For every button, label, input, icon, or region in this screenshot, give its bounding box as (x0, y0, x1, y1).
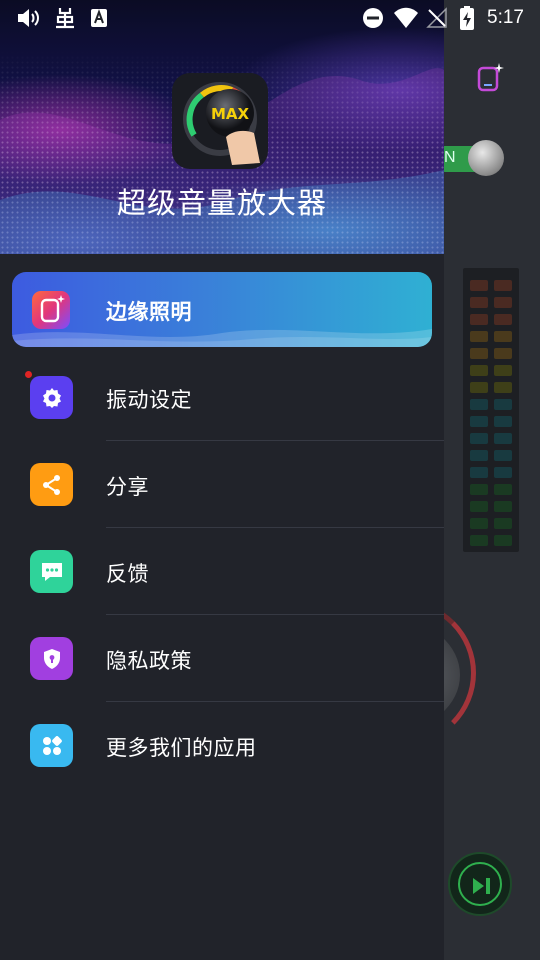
meter-cell (494, 484, 512, 495)
meter-cell (470, 450, 488, 461)
meter-cell (494, 501, 512, 512)
font-app-icon (91, 9, 107, 27)
bug-icon (56, 8, 74, 29)
meter-cell (470, 297, 488, 308)
meter-cell (470, 365, 488, 376)
volume-meter (463, 268, 519, 552)
play-pause-icon (473, 878, 490, 894)
meter-cell (494, 535, 512, 546)
drawer-header: MAX 超级音量放大器 (0, 0, 444, 254)
meter-cell (470, 382, 488, 393)
svg-text:MAX: MAX (211, 105, 250, 123)
meter-cell (470, 280, 488, 291)
share-icon (30, 463, 73, 506)
meter-cell (494, 365, 512, 376)
menu-item-label: 隐私政策 (106, 649, 192, 673)
meter-cell (494, 416, 512, 427)
status-bar: 5:17 (0, 0, 540, 36)
play-next-button[interactable] (448, 852, 512, 916)
meter-cell (494, 331, 512, 342)
battery-charging-icon (460, 6, 474, 30)
app-title: 超级音量放大器 (116, 186, 327, 220)
navigation-drawer: MAX 超级音量放大器 边缘照明 振动设定 分享 反馈 隐私政策 更多我们的应用 (0, 0, 444, 960)
meter-cell (470, 535, 488, 546)
menu-item-label: 边缘照明 (106, 300, 192, 324)
menu-item-edge-lighting[interactable]: 边缘照明 (12, 272, 432, 347)
meter-cell (494, 467, 512, 478)
toggle-knob (468, 140, 504, 176)
shield-lock-icon (30, 637, 73, 680)
app-logo: MAX (172, 73, 268, 169)
toggle-text: N (444, 149, 456, 166)
edge-lighting-shortcut-icon[interactable] (476, 62, 504, 92)
meter-cell (494, 399, 512, 410)
menu-item-more-apps[interactable]: 更多我们的应用 (0, 702, 444, 789)
apps-grid-icon (30, 724, 73, 767)
meter-cell (494, 433, 512, 444)
meter-cell (470, 331, 488, 342)
meter-cell (494, 297, 512, 308)
volume-icon (18, 9, 39, 27)
menu-item-share[interactable]: 分享 (0, 441, 444, 528)
wave-decoration (12, 329, 432, 347)
menu-item-feedback[interactable]: 反馈 (0, 528, 444, 615)
meter-cell (470, 399, 488, 410)
meter-cell (470, 314, 488, 325)
meter-cell (470, 416, 488, 427)
dnd-icon (363, 8, 383, 28)
meter-cell (470, 501, 488, 512)
meter-cell (494, 314, 512, 325)
meter-cell (494, 518, 512, 529)
meter-cell (470, 348, 488, 359)
meter-cell (494, 348, 512, 359)
meter-cell (494, 280, 512, 291)
no-signal-icon (426, 7, 447, 28)
menu-item-label: 更多我们的应用 (106, 736, 257, 760)
menu-item-vibration-settings[interactable]: 振动设定 (0, 354, 444, 441)
meter-cell (470, 433, 488, 444)
wifi-icon (394, 7, 418, 28)
menu-item-privacy-policy[interactable]: 隐私政策 (0, 615, 444, 702)
menu-item-label: 分享 (106, 475, 149, 499)
meter-cell (494, 450, 512, 461)
meter-cell (470, 467, 488, 478)
chat-icon (30, 550, 73, 593)
edge-lighting-icon (32, 291, 70, 329)
meter-cell (494, 382, 512, 393)
menu-item-label: 反馈 (106, 562, 149, 586)
meter-cell (470, 484, 488, 495)
meter-cell (470, 518, 488, 529)
clock: 5:17 (487, 7, 524, 28)
gear-icon (30, 376, 73, 419)
menu-item-label: 振动设定 (106, 388, 192, 412)
